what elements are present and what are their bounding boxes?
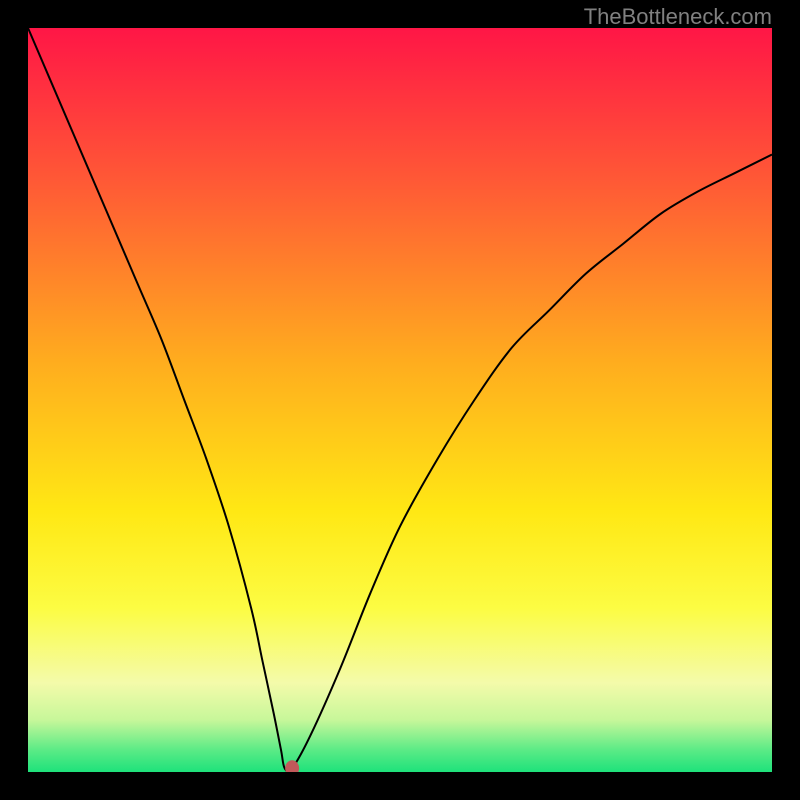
plot-background xyxy=(28,28,772,772)
attribution-text: TheBottleneck.com xyxy=(584,4,772,30)
plot-svg xyxy=(28,28,772,772)
plot-area xyxy=(28,28,772,772)
chart-frame: TheBottleneck.com xyxy=(0,0,800,800)
